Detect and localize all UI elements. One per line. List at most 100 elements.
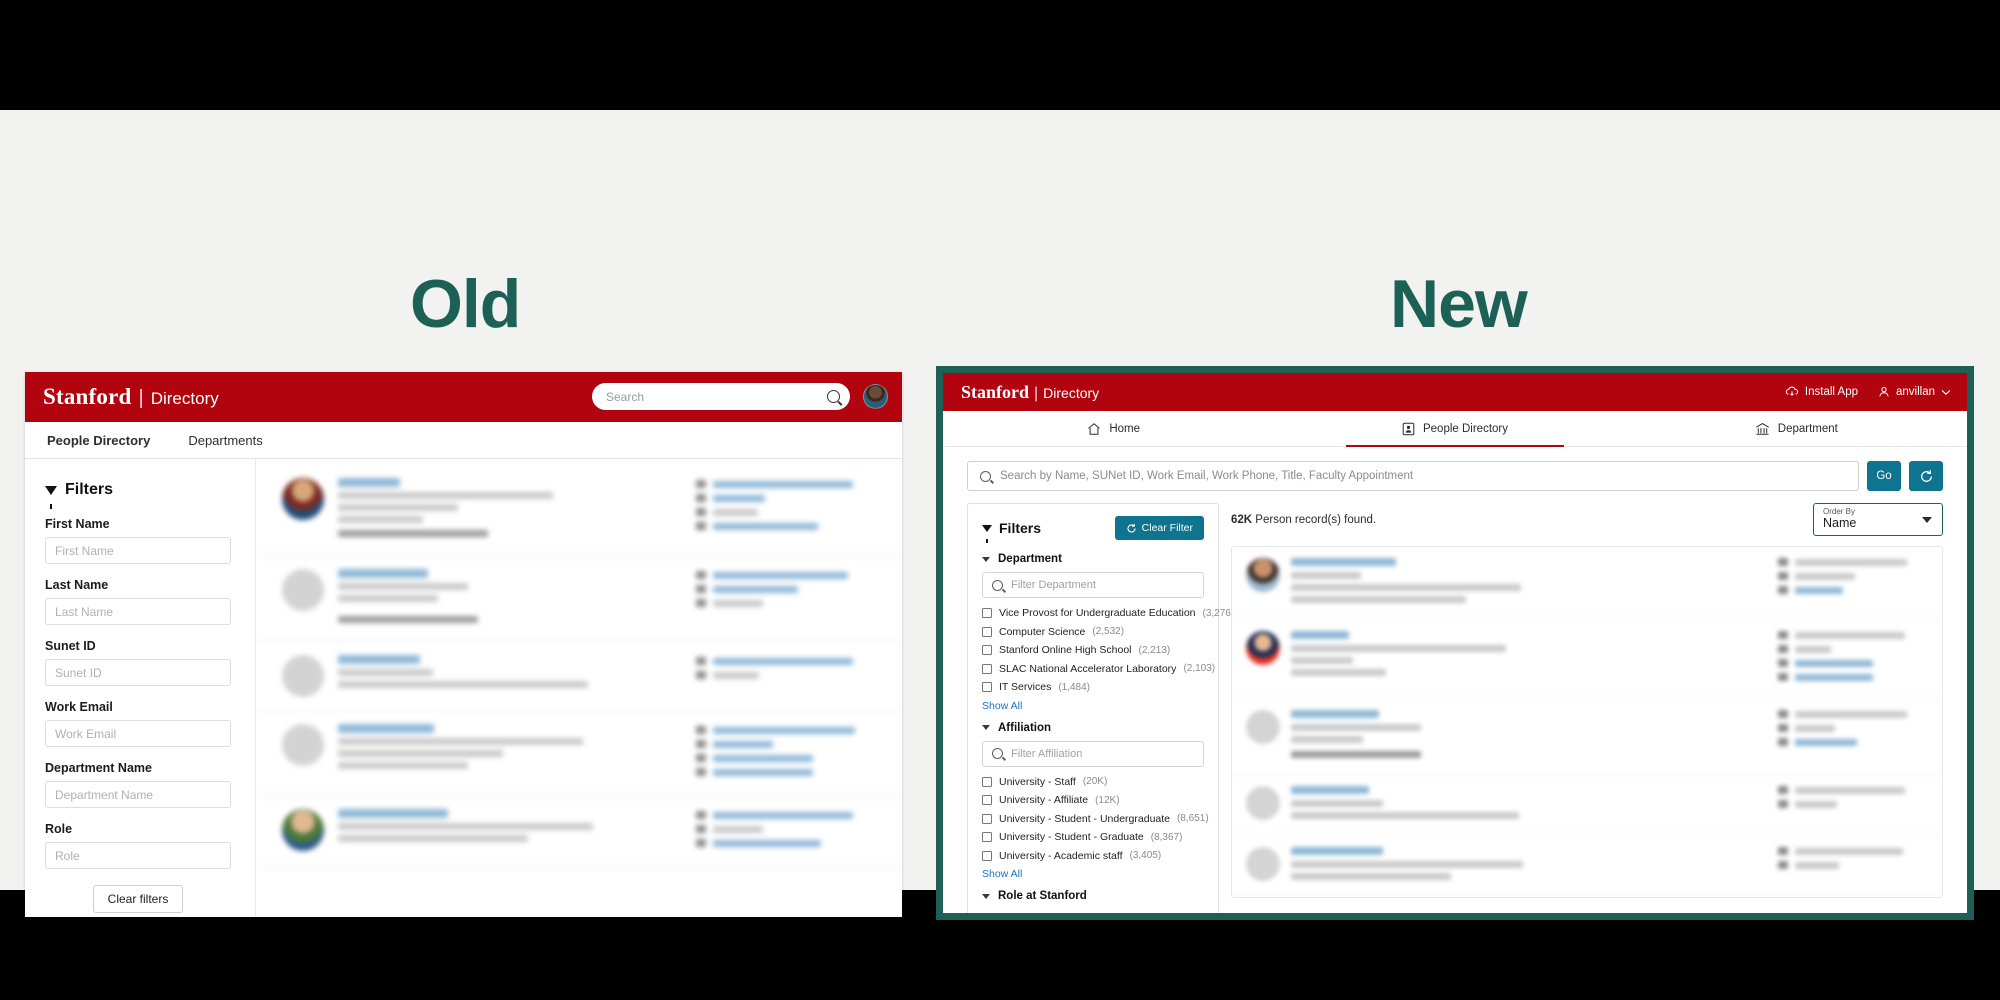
install-app-label: Install App <box>1804 386 1858 398</box>
affiliation-show-all-link[interactable]: Show All <box>982 868 1204 880</box>
list-item[interactable]: University - Student - Graduate (8,367) <box>982 831 1204 843</box>
old-row-name[interactable] <box>338 724 434 733</box>
old-clear-filters-button[interactable]: Clear filters <box>92 885 184 913</box>
old-search-box[interactable] <box>592 383 850 410</box>
slide-canvas: Old New Stanford | Directory People Dire… <box>0 110 2000 920</box>
search-input[interactable] <box>1000 470 1846 482</box>
checkbox[interactable] <box>982 832 992 842</box>
go-button[interactable]: Go <box>1867 461 1901 491</box>
result-contact <box>1778 847 1928 875</box>
checkbox[interactable] <box>982 626 992 637</box>
result-name[interactable] <box>1291 786 1369 794</box>
old-input-role[interactable] <box>45 842 231 869</box>
tab-people-directory[interactable]: People Directory <box>1284 411 1625 447</box>
old-input-last-name[interactable] <box>45 598 231 625</box>
result-name[interactable] <box>1291 847 1383 855</box>
result-main <box>1291 631 1581 681</box>
table-row[interactable] <box>1232 547 1942 620</box>
tab-home[interactable]: Home <box>943 411 1284 446</box>
search-icon <box>992 748 1003 759</box>
search-icon[interactable] <box>827 390 840 403</box>
old-label-last-name: Last Name <box>45 578 109 592</box>
old-row-name[interactable] <box>338 809 448 818</box>
old-brand-stanford: Stanford <box>43 384 132 409</box>
old-brand-logo[interactable]: Stanford | Directory <box>43 384 219 410</box>
tab-home-label: Home <box>1109 422 1140 435</box>
filter-option-label: IT Services <box>999 681 1052 693</box>
table-row[interactable] <box>256 556 902 642</box>
list-item[interactable]: Computer Science (2,532) <box>982 626 1204 638</box>
table-row[interactable] <box>1232 775 1942 836</box>
chevron-down-icon <box>982 893 990 899</box>
filter-option-label: University - Staff <box>999 775 1076 788</box>
old-row-name[interactable] <box>338 569 428 578</box>
list-item[interactable]: Stanford Online High School (2,213) <box>982 644 1204 656</box>
list-item[interactable]: University - Academic staff (3,405) <box>982 850 1204 862</box>
old-filters-title: Filters <box>45 481 231 509</box>
old-row-contact <box>696 655 902 685</box>
reset-search-button[interactable] <box>1909 461 1943 491</box>
checkbox[interactable] <box>982 608 992 618</box>
old-input-first-name[interactable] <box>45 537 231 564</box>
table-row[interactable] <box>1232 620 1942 699</box>
user-menu[interactable]: anvillan <box>1878 386 1951 398</box>
filter-section-department[interactable]: Department <box>982 553 1204 565</box>
order-by-value: Name <box>1823 516 1857 531</box>
list-item[interactable]: University - Affiliate (12K) <box>982 794 1204 806</box>
avatar <box>282 809 324 851</box>
filter-section-role-at-stanford[interactable]: Role at Stanford <box>982 890 1204 902</box>
search-box[interactable] <box>967 461 1859 491</box>
result-name[interactable] <box>1291 631 1349 639</box>
checkbox[interactable] <box>982 682 992 692</box>
new-brand-logo[interactable]: Stanford | Directory <box>961 382 1099 403</box>
filter-department-input[interactable] <box>1011 579 1194 591</box>
old-input-department-name[interactable] <box>45 781 231 808</box>
filter-option-label: Vice Provost for Undergraduate Education <box>999 607 1196 619</box>
filter-department-search[interactable] <box>982 572 1204 598</box>
department-show-all-link[interactable]: Show All <box>982 700 1204 712</box>
new-filters-title: Filters <box>982 520 1041 543</box>
table-row[interactable] <box>1232 836 1942 897</box>
filter-affiliation-input[interactable] <box>1011 747 1194 760</box>
old-row-name[interactable] <box>338 655 420 664</box>
table-row[interactable] <box>1232 699 1942 775</box>
checkbox[interactable] <box>982 645 992 655</box>
old-tab-departments[interactable]: Departments <box>188 433 262 448</box>
checkbox[interactable] <box>982 663 992 674</box>
list-item[interactable]: University - Staff (20K) <box>982 776 1204 788</box>
tab-department[interactable]: Department <box>1626 411 1967 446</box>
checkbox[interactable] <box>982 813 992 824</box>
clear-filter-button[interactable]: Clear Filter <box>1114 516 1204 540</box>
filter-option-label: Stanford Online High School <box>999 644 1132 656</box>
table-row[interactable] <box>256 711 902 796</box>
old-search-input[interactable] <box>606 389 827 404</box>
result-name[interactable] <box>1291 558 1396 566</box>
list-item[interactable]: Vice Provost for Undergraduate Education… <box>982 607 1234 619</box>
order-by-select[interactable]: Order By Name <box>1813 503 1943 536</box>
results-list <box>1231 546 1943 898</box>
old-tab-people-directory[interactable]: People Directory <box>47 433 150 448</box>
checkbox[interactable] <box>982 795 992 805</box>
old-row-main <box>338 724 638 774</box>
list-item[interactable]: IT Services (1,484) <box>982 681 1204 693</box>
table-row[interactable] <box>256 465 902 556</box>
bank-icon <box>1755 422 1769 435</box>
table-row[interactable] <box>256 796 902 867</box>
old-input-sunet-id[interactable] <box>45 659 231 686</box>
avatar[interactable] <box>863 384 888 409</box>
list-item[interactable]: University - Student - Undergraduate (8,… <box>982 813 1209 825</box>
filter-affiliation-search[interactable] <box>982 740 1204 767</box>
checkbox[interactable] <box>982 850 992 861</box>
list-item[interactable]: SLAC National Accelerator Laboratory (2,… <box>982 663 1215 675</box>
checkbox[interactable] <box>982 776 992 787</box>
old-input-work-email[interactable] <box>45 720 231 747</box>
old-field-first-name: First Name <box>45 517 231 564</box>
filter-funnel-icon <box>982 524 992 543</box>
old-body: Filters First Name Last Name Sunet ID Wo… <box>25 459 902 917</box>
filter-section-affiliation[interactable]: Affiliation <box>982 722 1204 734</box>
old-row-name[interactable] <box>338 478 400 487</box>
install-app-button[interactable]: Install App <box>1785 386 1858 398</box>
table-row[interactable] <box>256 642 902 711</box>
result-name[interactable] <box>1291 710 1379 718</box>
avatar <box>282 569 324 611</box>
